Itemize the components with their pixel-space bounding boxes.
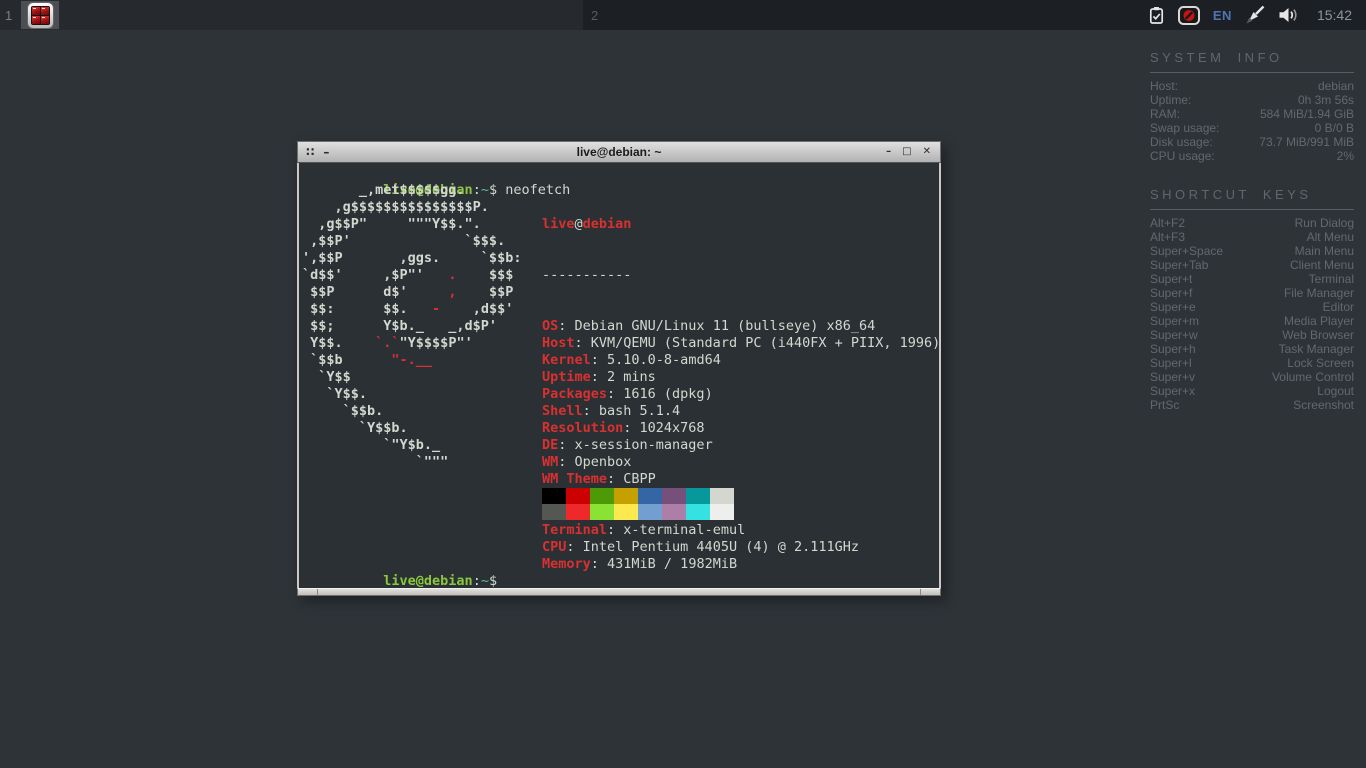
palette-swatch bbox=[566, 488, 590, 504]
conky-shortcut-keys: SHORTCUT KEYS Alt+F2Run DialogAlt+F3Alt … bbox=[1150, 187, 1354, 412]
window-titlebar[interactable]: ∷ – live@debian: ~ – □ ✕ bbox=[297, 141, 941, 163]
workspace-1-label: 1 bbox=[5, 8, 19, 23]
keyboard-layout-indicator[interactable]: EN bbox=[1213, 8, 1232, 23]
neofetch-field: CPU: Intel Pentium 4405U (4) @ 2.111GHz bbox=[542, 539, 939, 556]
palette-swatch bbox=[590, 488, 614, 504]
window-resize-handle[interactable] bbox=[297, 588, 941, 596]
palette-swatch bbox=[710, 488, 734, 504]
conky-row: Super+mMedia Player bbox=[1150, 314, 1354, 328]
neofetch-field: OS: Debian GNU/Linux 11 (bullseye) x86_6… bbox=[542, 318, 939, 335]
divider bbox=[1150, 72, 1354, 73]
conky-row: Alt+F3Alt Menu bbox=[1150, 230, 1354, 244]
conky-system-info-title: SYSTEM INFO bbox=[1150, 50, 1354, 65]
conky-row: Alt+F2Run Dialog bbox=[1150, 216, 1354, 230]
neofetch-field: WM: Openbox bbox=[542, 454, 939, 471]
neofetch-field: Host: KVM/QEMU (Standard PC (i440FX + PI… bbox=[542, 335, 939, 352]
palette-swatch bbox=[662, 504, 686, 520]
neofetch-field: DE: x-session-manager bbox=[542, 437, 939, 454]
palette-swatch bbox=[614, 504, 638, 520]
conky-row: Disk usage:73.7 MiB/991 MiB bbox=[1150, 135, 1354, 149]
maximize-button[interactable]: □ bbox=[902, 146, 911, 158]
conky-shortcut-keys-title: SHORTCUT KEYS bbox=[1150, 187, 1354, 202]
palette-swatch bbox=[662, 488, 686, 504]
close-button[interactable]: ✕ bbox=[923, 146, 931, 158]
no-entry-icon[interactable] bbox=[1178, 6, 1200, 25]
conky-row: Swap usage:0 B/0 B bbox=[1150, 121, 1354, 135]
neofetch-field: Resolution: 1024x768 bbox=[542, 420, 939, 437]
conky-widget: SYSTEM INFO Host:debianUptime:0h 3m 56sR… bbox=[1150, 50, 1354, 436]
prompt-symbol: $ bbox=[489, 573, 497, 588]
neofetch-field: Uptime: 2 mins bbox=[542, 369, 939, 386]
neofetch-field: Kernel: 5.10.0-8-amd64 bbox=[542, 352, 939, 369]
neofetch-field: Terminal: x-terminal-emul bbox=[542, 522, 939, 539]
conky-system-info: SYSTEM INFO Host:debianUptime:0h 3m 56sR… bbox=[1150, 50, 1354, 163]
paintbrush-icon[interactable] bbox=[1245, 5, 1265, 25]
palette-swatch bbox=[710, 504, 734, 520]
palette-swatch bbox=[542, 504, 566, 520]
workspace-2-label: 2 bbox=[591, 8, 605, 23]
conky-row: Super+xLogout bbox=[1150, 384, 1354, 398]
palette-swatch bbox=[638, 488, 662, 504]
debian-ascii-logo: _,met$$$$$gg. ,g$$$$$$$$$$$$$$$P. ,g$$P"… bbox=[302, 182, 521, 471]
conky-row: Super+fFile Manager bbox=[1150, 286, 1354, 300]
terminal-body: live@debian:~$neofetch _,met$$$$$gg. ,g$… bbox=[297, 163, 941, 588]
conky-row: Super+tTerminal bbox=[1150, 272, 1354, 286]
top-panel: 1 2 bbox=[0, 0, 1366, 30]
divider bbox=[1150, 209, 1354, 210]
window-title: live@debian: ~ bbox=[298, 145, 940, 159]
palette-swatch bbox=[686, 488, 710, 504]
prompt-line-idle: live@debian:~$ bbox=[302, 556, 497, 588]
workspace-1[interactable]: 1 bbox=[0, 0, 583, 30]
conky-row: Super+eEditor bbox=[1150, 300, 1354, 314]
conky-row: Super+vVolume Control bbox=[1150, 370, 1354, 384]
conky-row: Host:debian bbox=[1150, 79, 1354, 93]
palette-swatch bbox=[686, 504, 710, 520]
conky-row: Super+lLock Screen bbox=[1150, 356, 1354, 370]
taskbar-terminal-button[interactable] bbox=[21, 1, 59, 29]
handle-grip-left bbox=[317, 589, 318, 595]
handle-grip-right bbox=[920, 589, 921, 595]
neofetch-field: Memory: 431MiB / 1982MiB bbox=[542, 556, 939, 573]
system-tray: EN 15:42 bbox=[1148, 5, 1366, 25]
prompt-user-host: live@debian bbox=[383, 573, 472, 588]
conky-row: PrtScScreenshot bbox=[1150, 398, 1354, 412]
neofetch-field: Shell: bash 5.1.4 bbox=[542, 403, 939, 420]
conky-row: Uptime:0h 3m 56s bbox=[1150, 93, 1354, 107]
neofetch-underline: ----------- bbox=[542, 267, 939, 284]
workspace-2[interactable]: 2 EN bbox=[583, 0, 1366, 30]
conky-row: Super+TabClient Menu bbox=[1150, 258, 1354, 272]
neofetch-title: live@debian bbox=[542, 216, 939, 233]
terminal-app-icon bbox=[28, 3, 53, 28]
palette-swatch bbox=[614, 488, 638, 504]
speaker-icon[interactable] bbox=[1278, 7, 1298, 23]
conky-row: Super+wWeb Browser bbox=[1150, 328, 1354, 342]
terminal-content: live@debian:~$neofetch _,met$$$$$gg. ,g$… bbox=[299, 163, 939, 588]
desktop: 1 2 bbox=[0, 0, 1366, 768]
conky-row: RAM:584 MiB/1.94 GiB bbox=[1150, 107, 1354, 121]
terminal-color-palette bbox=[542, 488, 734, 520]
minimize-button[interactable]: – bbox=[886, 146, 891, 158]
terminal-window: ∷ – live@debian: ~ – □ ✕ live@debian:~$n… bbox=[297, 141, 941, 596]
conky-row: Super+hTask Manager bbox=[1150, 342, 1354, 356]
palette-swatch bbox=[542, 488, 566, 504]
prompt-path: ~ bbox=[481, 573, 489, 588]
neofetch-info: live@debian ----------- OS: Debian GNU/L… bbox=[542, 182, 939, 588]
palette-swatch bbox=[566, 504, 590, 520]
neofetch-field: Packages: 1616 (dpkg) bbox=[542, 386, 939, 403]
palette-swatch bbox=[590, 504, 614, 520]
clock[interactable]: 15:42 bbox=[1317, 7, 1352, 23]
clipboard-icon[interactable] bbox=[1148, 6, 1165, 25]
prompt-colon: : bbox=[473, 573, 481, 588]
conky-row: CPU usage:2% bbox=[1150, 149, 1354, 163]
neofetch-field: WM Theme: CBPP bbox=[542, 471, 939, 488]
palette-swatch bbox=[638, 504, 662, 520]
conky-row: Super+SpaceMain Menu bbox=[1150, 244, 1354, 258]
